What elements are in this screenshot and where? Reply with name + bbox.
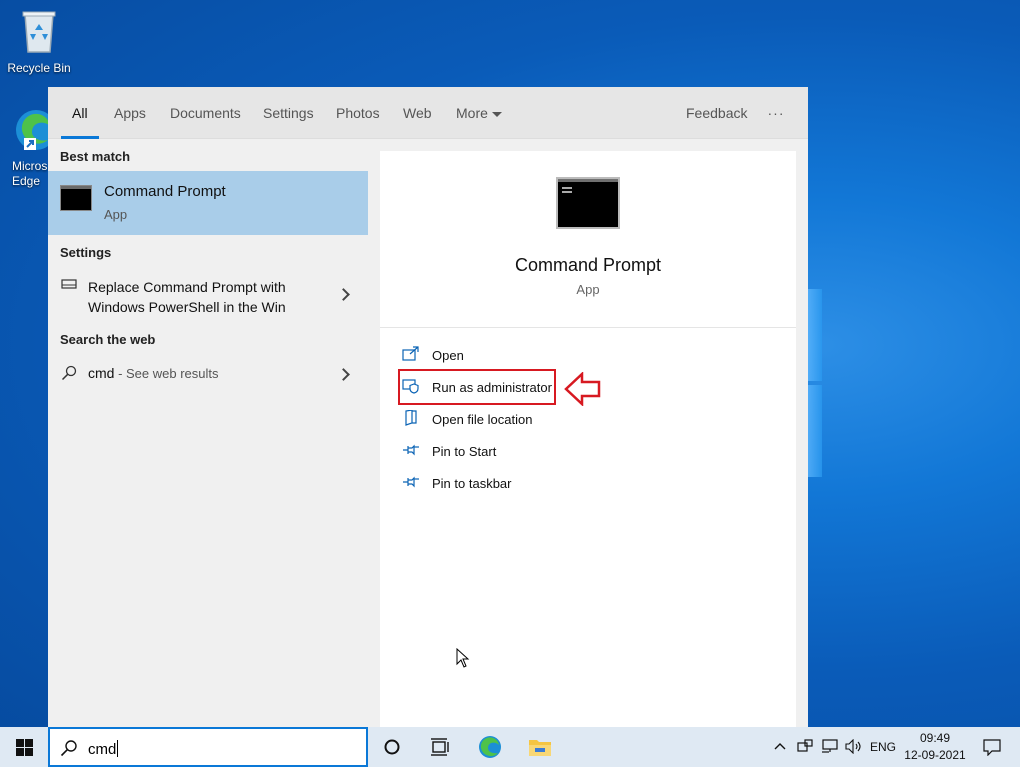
desktop-icon-recycle-bin[interactable]: Recycle Bin — [1, 8, 77, 75]
file-location-icon — [405, 410, 417, 426]
search-input-value: cmd — [88, 741, 117, 758]
web-result-suffix: - See web results — [114, 366, 219, 381]
edge-icon — [479, 736, 501, 758]
chevron-up-icon — [774, 743, 786, 750]
desktop-icon-label: Micros Edge — [12, 159, 48, 188]
pin-icon — [403, 476, 419, 488]
settings-result-line1: Replace Command Prompt with — [88, 279, 286, 295]
best-match-command-prompt[interactable]: Command Prompt App — [48, 171, 368, 235]
web-result-cmd[interactable]: cmd - See web results — [48, 361, 368, 389]
settings-result-line2: Windows PowerShell in the Win — [88, 299, 286, 315]
divider — [380, 327, 796, 328]
tab-documents[interactable]: Documents — [170, 87, 241, 139]
web-result-query: cmd — [88, 365, 115, 381]
action-label: Pin to taskbar — [432, 476, 512, 491]
desktop-wallpaper-logo — [808, 289, 822, 381]
start-button[interactable] — [0, 727, 48, 767]
action-label: Pin to Start — [432, 444, 497, 459]
folder-icon — [529, 740, 551, 756]
edge-taskbar-button[interactable] — [466, 727, 514, 767]
section-heading-search-web: Search the web — [60, 332, 156, 347]
task-view-button[interactable] — [416, 727, 464, 767]
action-label: Open file location — [432, 412, 533, 427]
windows-icon — [16, 739, 33, 756]
result-subtitle: App — [104, 207, 128, 222]
search-tabs: All Apps Documents Settings Photos Web M… — [48, 87, 808, 139]
chevron-down-icon — [491, 111, 502, 117]
chevron-right-icon — [337, 288, 350, 301]
clock[interactable]: 09:49 12-09-2021 — [900, 730, 970, 764]
open-icon — [402, 346, 419, 361]
tray-device-button[interactable] — [796, 727, 814, 767]
speaker-icon — [845, 739, 861, 754]
tab-more-label: More — [456, 105, 488, 121]
monitor-settings-icon — [61, 279, 77, 289]
cortana-icon — [384, 739, 400, 755]
tab-all[interactable]: All — [61, 87, 98, 139]
edge-icon — [16, 110, 48, 150]
preview-pane: Command Prompt App Open Run as administr… — [380, 151, 796, 727]
clock-time: 09:49 — [919, 731, 951, 745]
command-prompt-icon — [60, 185, 92, 211]
file-explorer-button[interactable] — [516, 727, 564, 767]
tab-web[interactable]: Web — [403, 87, 432, 139]
mouse-cursor-icon — [456, 648, 470, 668]
notification-icon — [983, 739, 1001, 756]
command-prompt-large-icon — [556, 177, 620, 229]
start-search-panel: All Apps Documents Settings Photos Web M… — [48, 87, 808, 727]
cortana-button[interactable] — [368, 727, 416, 767]
annotation-highlight-box — [398, 369, 556, 405]
ellipsis-icon[interactable]: ··· — [766, 87, 786, 139]
show-hidden-icons-button[interactable] — [772, 727, 788, 767]
network-icon — [822, 739, 838, 753]
desktop-icon-edge[interactable]: Micros Edge — [0, 104, 48, 189]
preview-subtitle: App — [576, 282, 600, 297]
recycle-bin-icon — [22, 11, 56, 53]
desktop-wallpaper-logo — [808, 385, 822, 477]
desktop-icon-label: Recycle Bin — [7, 61, 71, 75]
task-view-icon — [431, 738, 449, 756]
section-heading-settings: Settings — [60, 245, 112, 260]
settings-result-replace-cmd[interactable]: Replace Command Prompt with Windows Powe… — [48, 273, 368, 317]
section-heading-best-match: Best match — [60, 149, 131, 164]
language-indicator[interactable]: ENG — [870, 727, 896, 767]
tab-settings[interactable]: Settings — [263, 87, 314, 139]
pin-icon — [403, 444, 419, 456]
annotation-arrow-icon — [564, 372, 601, 406]
tab-apps[interactable]: Apps — [114, 87, 146, 139]
chevron-right-icon — [337, 368, 350, 381]
taskbar: cmd ENG 09:49 12-09-2021 — [0, 727, 1020, 767]
tab-more[interactable]: More — [456, 87, 502, 139]
action-label: Open — [432, 348, 464, 363]
preview-title: Command Prompt — [514, 255, 662, 275]
volume-button[interactable] — [844, 727, 864, 767]
network-button[interactable] — [820, 727, 840, 767]
tab-photos[interactable]: Photos — [336, 87, 380, 139]
search-icon — [61, 365, 77, 381]
feedback-button[interactable]: Feedback — [686, 87, 747, 139]
result-title: Command Prompt — [104, 183, 226, 200]
search-icon — [60, 740, 77, 757]
action-center-button[interactable] — [978, 727, 1006, 767]
clock-date: 12-09-2021 — [904, 748, 966, 762]
taskbar-search-input[interactable]: cmd — [48, 727, 368, 767]
device-icon — [797, 739, 813, 752]
